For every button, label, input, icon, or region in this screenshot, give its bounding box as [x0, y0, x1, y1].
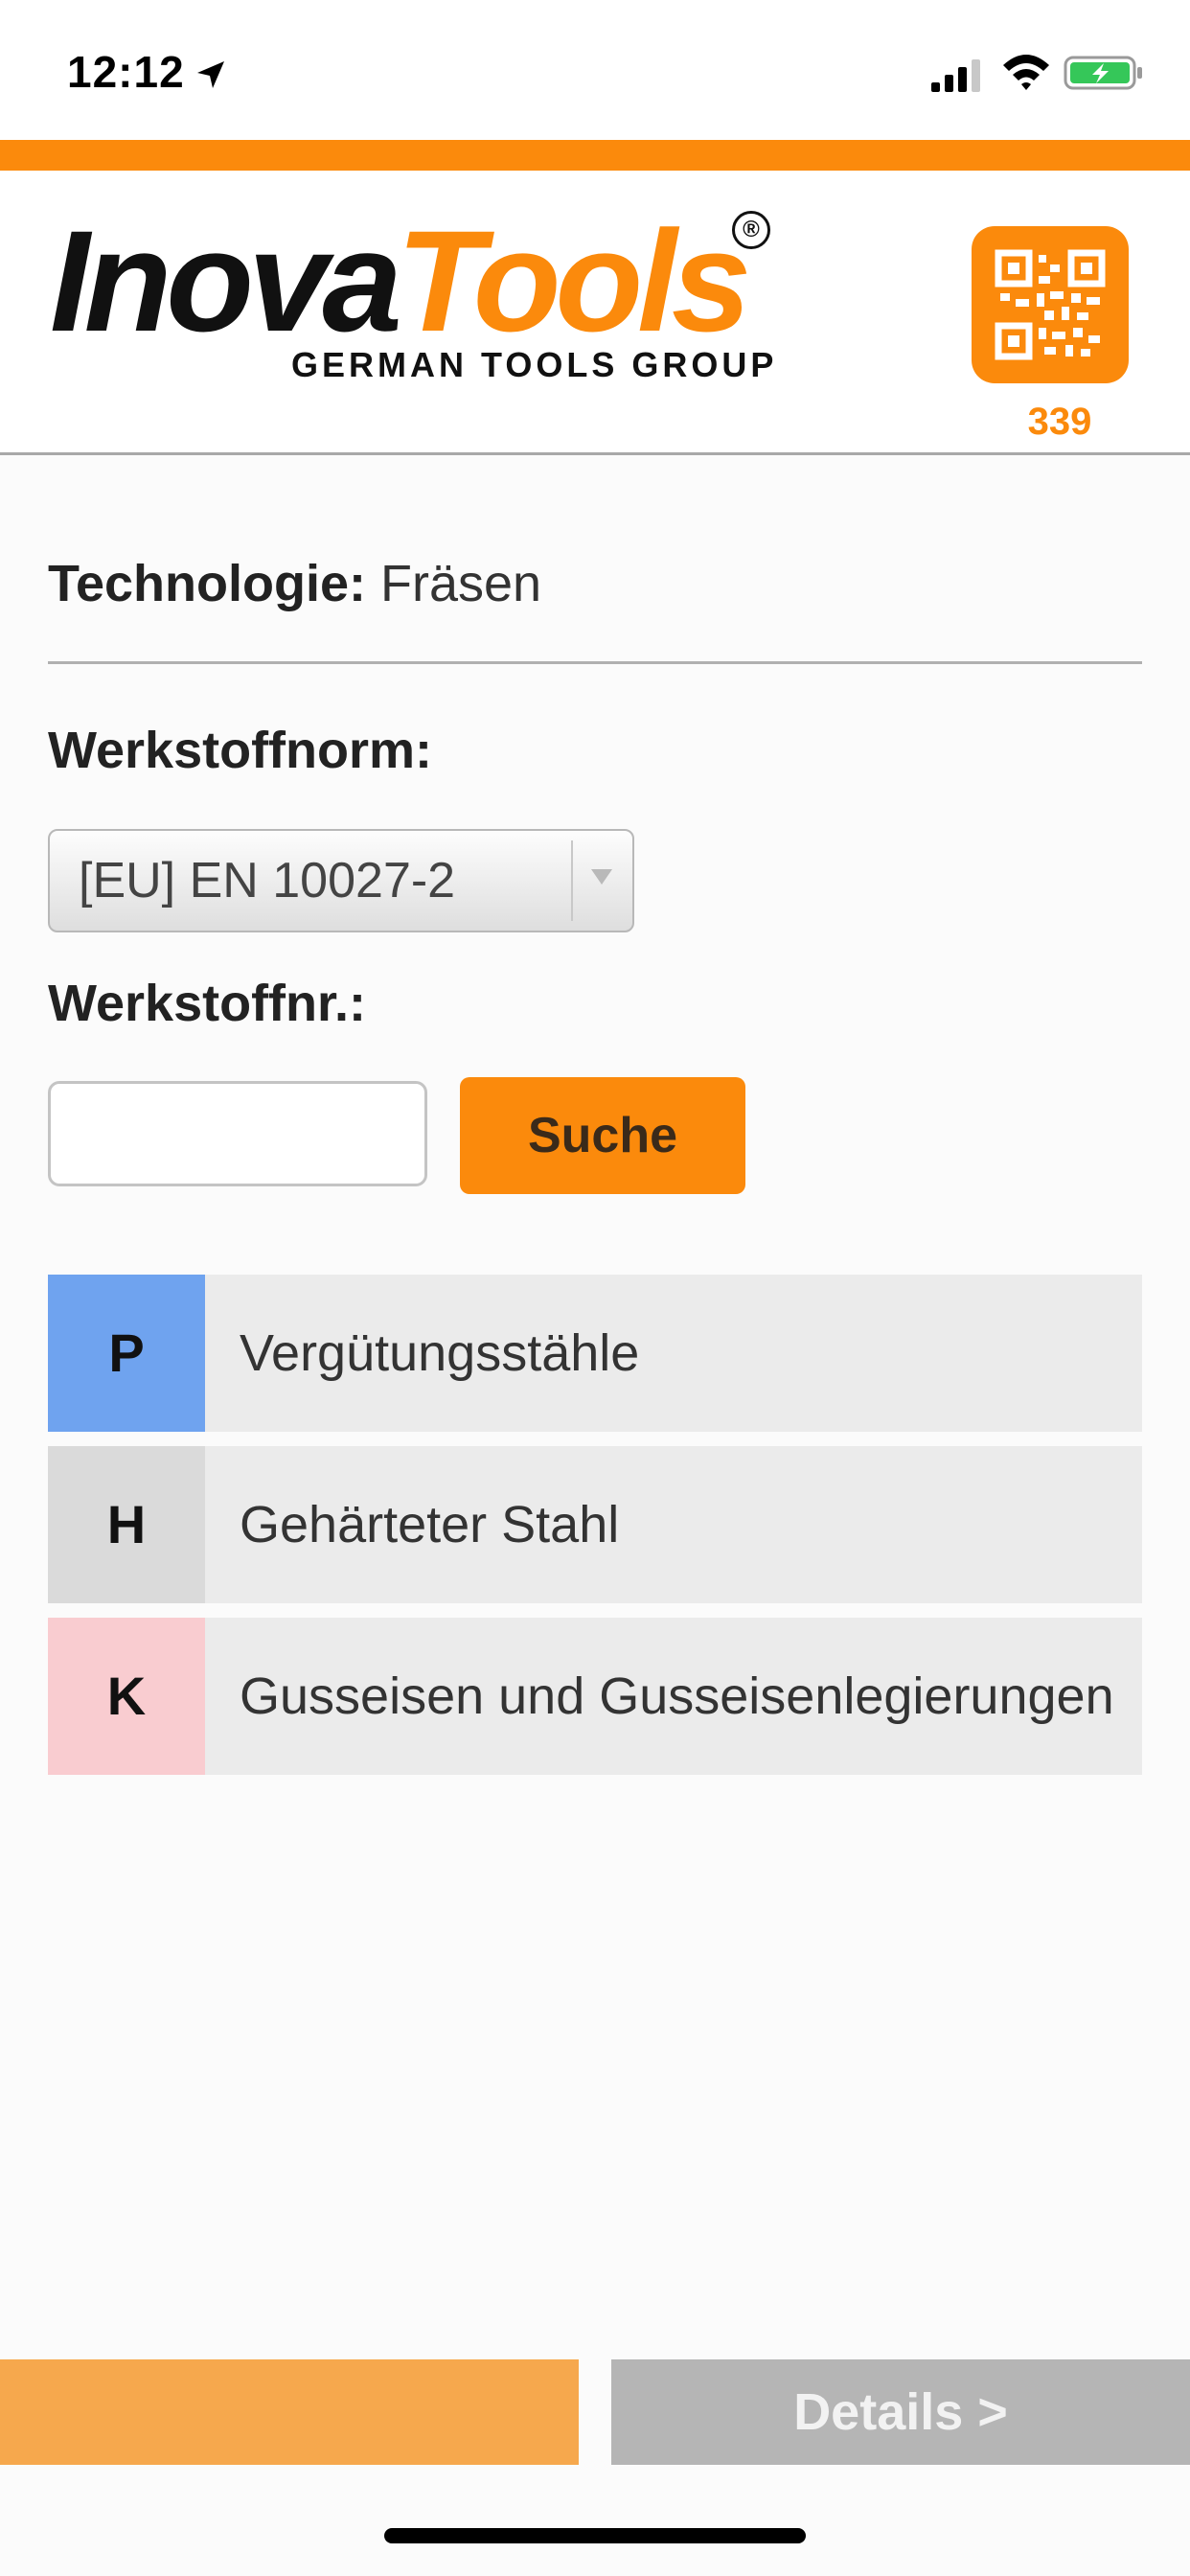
- logo-text-inova: Inova: [50, 200, 402, 361]
- wifi-icon: [1003, 55, 1049, 90]
- material-row-p[interactable]: P Vergütungsstähle: [48, 1275, 1142, 1432]
- material-name: Gusseisen und Gusseisenlegierungen: [240, 1668, 1114, 1725]
- material-number-label: Werkstoffnr.:: [48, 975, 367, 1032]
- chevron-down-icon: [591, 869, 612, 885]
- details-button[interactable]: Details >: [611, 2359, 1190, 2465]
- material-code: K: [48, 1618, 205, 1775]
- app-header: InovaTools ® GERMAN TOOLS GROUP 339: [0, 171, 1190, 455]
- material-row-k[interactable]: K Gusseisen und Gusseisenlegierungen: [48, 1618, 1142, 1775]
- material-number-input[interactable]: [48, 1081, 427, 1186]
- material-name: Vergütungsstähle: [240, 1324, 640, 1382]
- logo-text-tools: Tools: [396, 200, 751, 361]
- status-bar: 12:12: [0, 0, 1190, 140]
- material-standard-value: [EU] EN 10027-2: [79, 853, 456, 908]
- qr-counter: 339: [1027, 401, 1092, 443]
- select-separator: [571, 840, 573, 921]
- material-standard-select[interactable]: [EU] EN 10027-2: [48, 829, 634, 932]
- material-name: Gehärteter Stahl: [240, 1496, 620, 1553]
- material-code: P: [48, 1275, 205, 1432]
- search-button[interactable]: Suche: [460, 1077, 745, 1194]
- technology-label: Technologie:: [48, 555, 366, 612]
- registered-mark: ®: [732, 211, 770, 249]
- status-time: 12:12: [67, 47, 185, 97]
- technology-line: Technologie: Fräsen: [48, 554, 541, 613]
- section-divider: [48, 661, 1142, 664]
- inovatools-logo: InovaTools ® GERMAN TOOLS GROUP: [50, 209, 778, 391]
- material-row-h[interactable]: H Gehärteter Stahl: [48, 1446, 1142, 1603]
- qr-code-icon: [995, 249, 1106, 360]
- technology-value: Fräsen: [380, 555, 542, 612]
- material-standard-label: Werkstoffnorm:: [48, 722, 433, 779]
- logo-subtitle: GERMAN TOOLS GROUP: [291, 345, 778, 384]
- footer-progress-bar: [0, 2359, 579, 2465]
- cellular-signal-icon: [931, 59, 980, 92]
- accent-bar: [0, 140, 1190, 171]
- material-code: H: [48, 1446, 205, 1603]
- battery-charging-icon: [1064, 56, 1142, 90]
- location-arrow-icon: [197, 61, 224, 88]
- qr-scan-button[interactable]: [972, 226, 1129, 383]
- home-indicator[interactable]: [384, 2528, 806, 2543]
